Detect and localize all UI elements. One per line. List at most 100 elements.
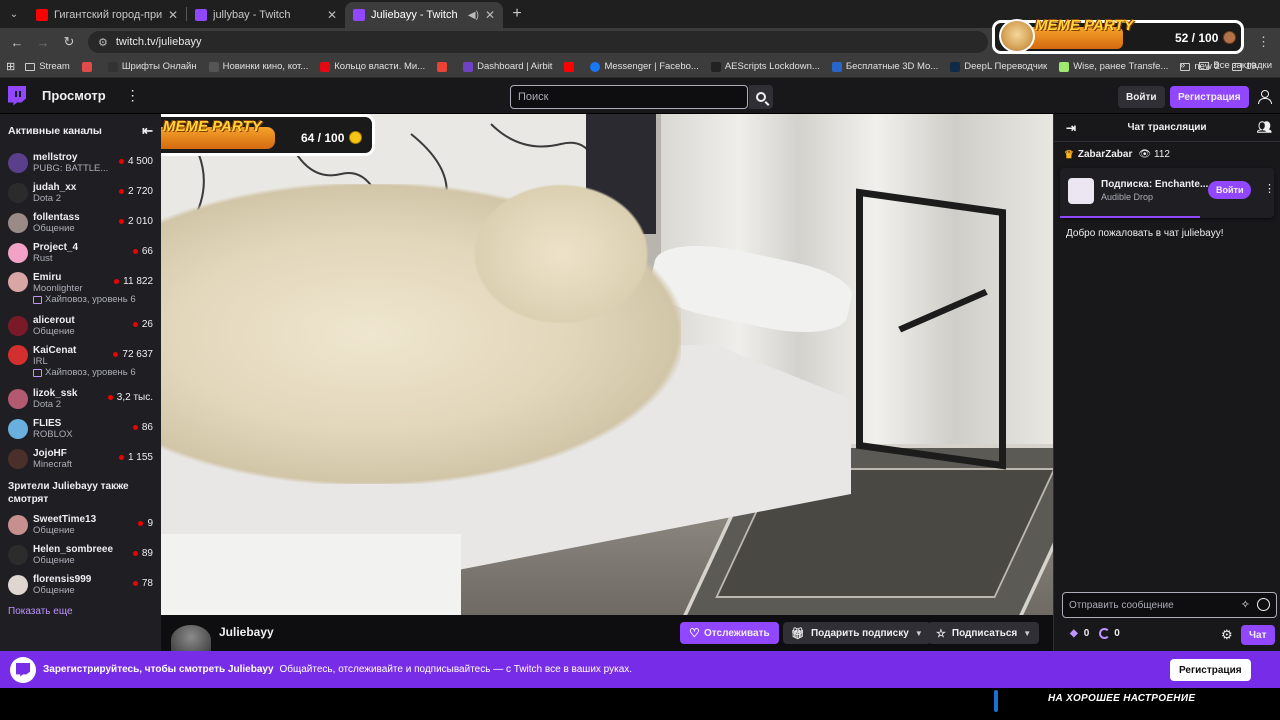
meme-party-overlay: MEME PARTY 64 / 100 bbox=[161, 114, 375, 156]
sidebar-channel-follentass[interactable]: follentass Общение 2 010 bbox=[0, 208, 161, 238]
bookmark-5[interactable] bbox=[437, 61, 451, 72]
hype-train-icon bbox=[33, 295, 42, 304]
bookmark-6[interactable]: Dashboard | Airbit bbox=[463, 61, 552, 72]
signup-button[interactable]: Регистрация bbox=[1170, 86, 1249, 108]
browser-tab-0[interactable]: Гигантский город-призрак СС ✕ bbox=[28, 2, 186, 28]
bookmark-stream[interactable]: Stream bbox=[25, 61, 70, 72]
url-field[interactable]: ⚙ twitch.tv/juliebayy bbox=[88, 31, 988, 53]
viewer-count: 2 010 bbox=[118, 216, 153, 227]
twitch-logo-icon[interactable] bbox=[8, 85, 26, 106]
bookmark-8[interactable]: Messenger | Facebo... bbox=[590, 61, 699, 72]
bookmark-10[interactable]: Бесплатные 3D Мо... bbox=[831, 61, 938, 72]
bookmark-7[interactable] bbox=[564, 61, 578, 72]
video-player[interactable]: MEME PARTY 64 / 100 bbox=[161, 114, 1053, 615]
drop-login-button[interactable]: Войти bbox=[1208, 181, 1252, 199]
sidebar-channel-helen_sombreee[interactable]: Helen_sombreee Общение 89 bbox=[0, 540, 161, 570]
sidebar-channel-florensis999[interactable]: florensis999 Общение 78 bbox=[0, 570, 161, 600]
avatar bbox=[8, 545, 28, 565]
sidebar-channel-mellstroy[interactable]: mellstroy PUBG: BATTLE... 4 500 bbox=[0, 148, 161, 178]
browser-menu-icon[interactable]: ⋮ bbox=[1257, 34, 1270, 50]
channel-points-icon bbox=[1099, 628, 1111, 639]
user-menu-icon[interactable] bbox=[1258, 90, 1272, 104]
sidebar-title: Активные каналы bbox=[8, 125, 102, 137]
search-input[interactable]: Поиск bbox=[510, 85, 748, 109]
tab-title: jullybay - Twitch bbox=[213, 9, 291, 21]
sidebar-channel-sweettime13[interactable]: SweetTime13 Общение 9 bbox=[0, 510, 161, 540]
channel-points[interactable]: ◆ 0 0 bbox=[1070, 628, 1120, 639]
sidebar-channel-alicerout[interactable]: alicerout Общение 26 bbox=[0, 311, 161, 341]
video-bed-sheet bbox=[161, 534, 461, 615]
bookmark-11[interactable]: DeepL Переводчик bbox=[950, 61, 1047, 72]
streamer-name[interactable]: Juliebayy bbox=[219, 625, 274, 639]
sidebar-channel-project_4[interactable]: Project_4 Rust 66 bbox=[0, 238, 161, 268]
top-gifter-name[interactable]: ZabarZabar bbox=[1078, 149, 1132, 160]
avatar bbox=[8, 272, 28, 292]
viewer-count: 112 bbox=[1154, 148, 1170, 160]
bookmark-icon bbox=[710, 61, 721, 72]
show-more-link[interactable]: Показать еще bbox=[0, 600, 161, 623]
sidebar-channel-judah_xx[interactable]: judah_xx Dota 22 720 bbox=[0, 178, 161, 208]
more-options-icon[interactable]: ⋮ bbox=[1264, 182, 1275, 195]
search-button[interactable] bbox=[749, 85, 773, 109]
reload-icon[interactable]: ↻ bbox=[56, 34, 82, 50]
follow-button[interactable]: Отслеживать bbox=[680, 622, 779, 644]
twitch-top-nav: Просмотр ⋮ Поиск Войти Регистрация bbox=[0, 78, 1280, 114]
browser-tab-1[interactable]: jullybay - Twitch ✕ bbox=[187, 2, 345, 28]
bookmark-label: Кольцо власти. Ми... bbox=[334, 61, 426, 72]
bookmark-icon bbox=[107, 61, 118, 72]
back-arrow-icon[interactable]: ← bbox=[4, 35, 30, 50]
community-icon[interactable]: 👥︎ bbox=[1257, 120, 1272, 134]
collapse-sidebar-icon[interactable]: ⇤ bbox=[142, 123, 153, 139]
avatar bbox=[8, 153, 28, 173]
chat-input[interactable]: Отправить сообщение ✧ bbox=[1062, 592, 1277, 618]
new-tab-button[interactable]: + bbox=[503, 5, 531, 23]
browse-link[interactable]: Просмотр bbox=[42, 88, 106, 103]
browser-tab-2[interactable]: Juliebayy - Twitch ◀) ✕ bbox=[345, 2, 503, 28]
sidebar-channel-kaicenat[interactable]: KaiCenat IRL Хайповоз, уровень 6 72 637 bbox=[0, 341, 161, 384]
signup-banner: Зарегистрируйтесь, чтобы смотреть Julieb… bbox=[0, 651, 1280, 688]
all-bookmarks-link[interactable]: Все закладки bbox=[1213, 60, 1272, 71]
chat-welcome-message: Добро пожаловать в чат juliebayy! bbox=[1066, 228, 1224, 239]
avatar bbox=[8, 389, 28, 409]
apps-grid-icon[interactable]: ⊞ bbox=[6, 60, 15, 73]
points-count: 0 bbox=[1114, 628, 1120, 639]
banner-signup-button[interactable]: Регистрация bbox=[1170, 659, 1251, 681]
avatar bbox=[8, 515, 28, 535]
speaker-icon[interactable]: ◀) bbox=[468, 10, 479, 21]
chat-send-button[interactable]: Чат bbox=[1241, 625, 1275, 645]
forward-arrow-icon[interactable]: → bbox=[30, 35, 56, 50]
hype-text: Хайповоз, уровень 6 bbox=[45, 367, 136, 378]
followed-channel-list: mellstroy PUBG: BATTLE... 4 500 judah_xx Dot… bbox=[0, 148, 161, 474]
tab-close-icon[interactable]: ✕ bbox=[327, 8, 337, 22]
bits-icon[interactable]: ✧ bbox=[1241, 598, 1250, 611]
emote-icon[interactable] bbox=[1257, 598, 1270, 611]
chat-title: Чат трансляции bbox=[1127, 122, 1207, 133]
bookmark-label: DeepL Переводчик bbox=[964, 61, 1048, 72]
site-info-icon[interactable]: ⚙ bbox=[98, 36, 108, 49]
bookmark-1[interactable] bbox=[81, 61, 96, 72]
more-bookmarks-chevron-icon[interactable]: » bbox=[1180, 60, 1186, 71]
sidebar-channel-emiru[interactable]: Emiru Moonlighter Хайповоз, уровень 6 11 82… bbox=[0, 268, 161, 311]
meme-party-logo: MEME PARTY bbox=[1035, 17, 1134, 34]
bookmark-9[interactable]: AEScripts Lockdown... bbox=[710, 61, 820, 72]
gmail-icon bbox=[437, 61, 448, 72]
subscribe-button[interactable]: ☆ Подписаться ▼ bbox=[928, 622, 1040, 644]
sidebar-channel-flies[interactable]: FLIES ROBLOX 86 bbox=[0, 414, 161, 444]
gift-sub-button[interactable]: 🎁︎ Подарить подписку ▼ bbox=[783, 622, 931, 644]
collapse-chat-icon[interactable]: ⇥ bbox=[1066, 121, 1076, 135]
tab-search-chevron-icon[interactable]: ⌄ bbox=[0, 0, 28, 28]
bookmark-12[interactable]: Wise, ранее Transfe... bbox=[1059, 61, 1168, 72]
bookmark-2[interactable]: Шрифты Онлайн bbox=[107, 61, 197, 72]
sidebar-channel-jojohf[interactable]: JojoHF Minecraft 1 155 bbox=[0, 444, 161, 474]
tab-close-icon[interactable]: ✕ bbox=[168, 8, 178, 22]
bookmark-3[interactable]: Новинки кино, кот... bbox=[208, 61, 308, 72]
tab-close-icon[interactable]: ✕ bbox=[485, 8, 495, 22]
sidebar-channel-lizok_ssk[interactable]: lizok_ssk Dota 2 3,2 тыс. bbox=[0, 384, 161, 414]
chat-settings-gear-icon[interactable]: ⚙ bbox=[1221, 627, 1233, 643]
login-button[interactable]: Войти bbox=[1118, 86, 1165, 108]
live-dot-icon bbox=[132, 425, 138, 430]
more-menu-icon[interactable]: ⋮ bbox=[126, 87, 140, 104]
bookmark-4[interactable]: Кольцо власти. Ми... bbox=[320, 61, 425, 72]
live-dot-icon bbox=[132, 249, 138, 254]
live-dot-icon bbox=[118, 219, 124, 224]
